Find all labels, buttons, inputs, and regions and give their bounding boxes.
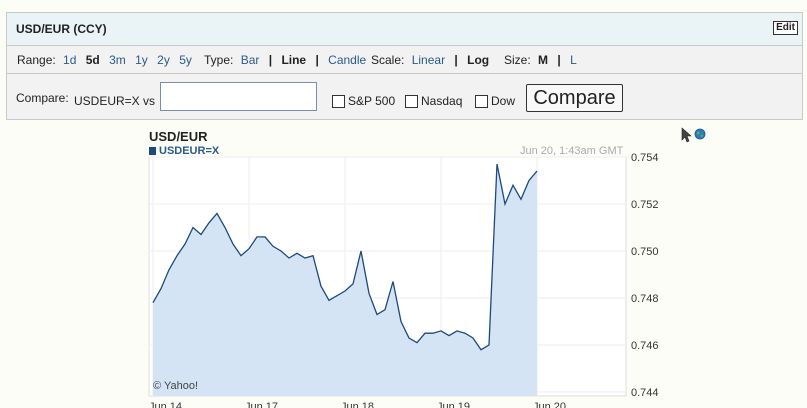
- y-axis-labels: 0.744 0.746 0.748 0.750 0.752 0.754: [631, 152, 659, 399]
- yahoo-credit: © Yahoo!: [153, 380, 199, 392]
- y-tick-label: 0.750: [631, 246, 659, 258]
- x-axis-labels: Jun 14 Jun 17 Jun 18 Jun 19 Jun 20: [149, 401, 566, 408]
- y-tick-label: 0.748: [631, 293, 659, 305]
- x-tick-label: Jun 18: [341, 401, 374, 408]
- y-tick-label: 0.752: [631, 199, 659, 211]
- x-tick-label: Jun 20: [533, 401, 566, 408]
- x-tick-label: Jun 14: [149, 401, 182, 408]
- y-tick-label: 0.754: [631, 152, 659, 164]
- x-tick-label: Jun 19: [437, 401, 470, 408]
- y-tick-label: 0.746: [631, 340, 659, 352]
- y-tick-label: 0.744: [631, 387, 659, 399]
- price-chart: 0.7440.7460.7480.7500.7520.754 Jun 14 Jun…: [148, 152, 659, 408]
- x-tick-label: Jun 17: [245, 401, 278, 408]
